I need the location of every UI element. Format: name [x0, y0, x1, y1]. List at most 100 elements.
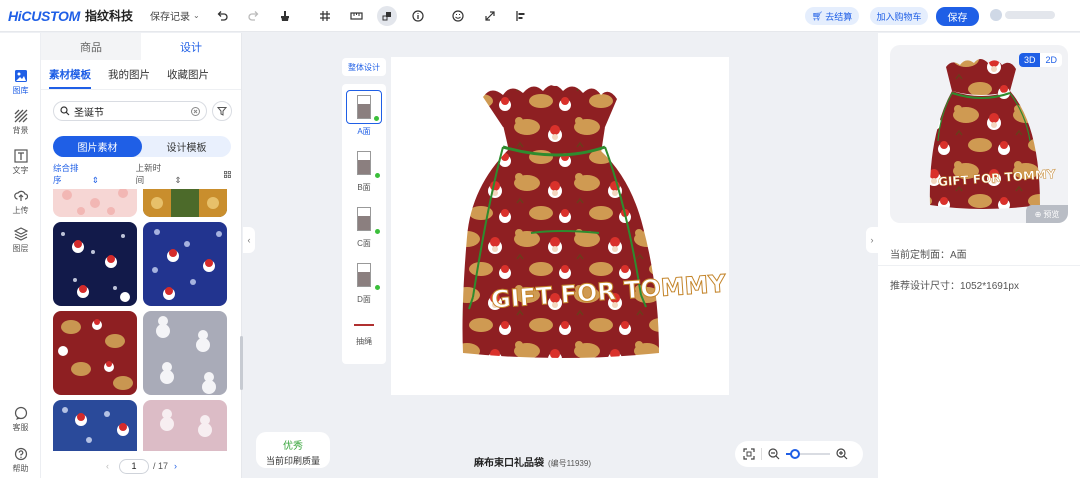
tab-products[interactable]: 商品	[41, 33, 141, 60]
save-record-label: 保存记录	[150, 12, 190, 23]
view-d[interactable]: D面	[342, 258, 386, 305]
collapse-right-panel-button[interactable]: ›	[866, 227, 878, 253]
material-tile[interactable]	[143, 189, 227, 217]
collapse-left-panel-button[interactable]: ‹	[243, 227, 255, 253]
rail-label: 文字	[12, 166, 29, 175]
sort-newest[interactable]: 上新时间 ⇕	[136, 162, 191, 186]
layers-tool-icon[interactable]	[377, 6, 397, 26]
clear-icon[interactable]	[191, 106, 200, 116]
page-total: / 17	[152, 461, 168, 471]
material-tile[interactable]	[53, 222, 137, 306]
grid-view-icon[interactable]	[224, 170, 231, 179]
3d-preview[interactable]: 3D 2D GIFT FOR TOMMY ⊕ 预览	[890, 45, 1068, 223]
chevron-down-icon: ⌄	[193, 11, 200, 20]
checkout-button[interactable]: 🛒︎ 去结算	[805, 7, 859, 25]
expand-icon[interactable]	[480, 6, 500, 26]
view-cord[interactable]: 抽绳	[342, 316, 386, 347]
product-title: 麻布束口礼品袋 (编号11939)	[474, 454, 591, 469]
library-scrollbar[interactable]	[240, 336, 243, 390]
rail-item-help[interactable]: 帮助	[0, 447, 41, 474]
subtab-favorite-images[interactable]: 收藏图片	[167, 60, 209, 89]
grid-icon[interactable]	[315, 6, 335, 26]
rail-item-background[interactable]: 背景	[0, 109, 41, 136]
gallery-icon	[14, 70, 27, 82]
add-to-cart-button[interactable]: 加入购物车	[870, 7, 928, 25]
redo-icon[interactable]	[244, 6, 264, 26]
filter-icon	[217, 107, 227, 116]
view-b[interactable]: B面	[342, 146, 386, 193]
rail-item-upload[interactable]: 上传	[0, 189, 41, 216]
mode-3d-button[interactable]: 3D	[1018, 53, 1041, 67]
prev-page-button[interactable]: ‹	[106, 461, 109, 471]
support-icon	[14, 406, 27, 420]
sort-bar: 综合排序 ⇕ 上新时间 ⇕	[53, 163, 231, 185]
left-rail: 图库 背景 文字 上传 图层 客服 帮助	[0, 33, 41, 478]
material-tile[interactable]	[143, 222, 227, 306]
current-face-info: 当前定制面：A面	[890, 250, 967, 261]
view-label: B面	[357, 183, 371, 192]
brush-icon[interactable]	[275, 6, 295, 26]
user-name-redacted[interactable]	[1005, 11, 1055, 19]
view-label: A面	[357, 127, 371, 136]
smile-icon[interactable]	[448, 6, 468, 26]
rail-item-layers[interactable]: 图层	[0, 227, 41, 254]
rail-label: 上传	[12, 206, 29, 215]
cart-icon: 🛒︎	[811, 10, 824, 21]
view-a[interactable]: A面	[342, 90, 386, 137]
zoom-preview-icon: ⊕	[1034, 209, 1042, 219]
undo-icon[interactable]	[212, 6, 232, 26]
rail-item-support[interactable]: 客服	[0, 406, 41, 433]
save-button[interactable]: 保存	[936, 7, 979, 26]
mode-2d-button[interactable]: 2D	[1040, 53, 1062, 67]
filter-button[interactable]	[212, 101, 232, 121]
bag-mockup[interactable]: GIFT FOR TOMMY	[391, 57, 729, 395]
search-query: 圣诞节	[74, 107, 104, 119]
view-label: 抽绳	[356, 337, 372, 346]
sort-comprehensive[interactable]: 综合排序 ⇕	[53, 162, 108, 186]
zoom-slider-handle[interactable]	[789, 449, 800, 459]
segment-image-materials[interactable]: 图片素材	[53, 136, 142, 157]
subtab-material-templates[interactable]: 素材模板	[49, 60, 91, 89]
design-canvas[interactable]: GIFT FOR TOMMY	[391, 57, 729, 395]
material-tile[interactable]	[143, 311, 227, 395]
page-input[interactable]: 1	[118, 458, 149, 474]
zoom-slider[interactable]	[786, 449, 830, 459]
logo-brand: HiCUSTOM	[8, 7, 81, 24]
preview-button[interactable]: ⊕ 预览	[1026, 205, 1068, 223]
zoom-in-icon[interactable]	[836, 448, 848, 460]
material-tile[interactable]	[143, 400, 227, 451]
save-record-dropdown[interactable]: 保存记录 ⌄	[150, 8, 206, 23]
recommended-size-info: 推荐设计尺寸：1052*1691px	[890, 281, 1019, 292]
material-tile[interactable]	[53, 189, 137, 217]
rail-item-text[interactable]: 文字	[0, 149, 41, 176]
rail-item-gallery[interactable]: 图库	[0, 69, 41, 96]
zoom-controls	[735, 441, 863, 467]
material-type-toggle: 图片素材 设计模板	[53, 136, 231, 157]
fit-screen-icon[interactable]	[743, 448, 755, 460]
ruler-icon[interactable]	[346, 6, 366, 26]
view-c[interactable]: C面	[342, 202, 386, 249]
zoom-out-icon[interactable]	[768, 448, 780, 460]
next-page-button[interactable]: ›	[174, 461, 177, 471]
logo-company-name: 指纹科技	[85, 9, 134, 23]
align-icon[interactable]	[511, 6, 531, 26]
layers-icon	[13, 227, 28, 241]
print-quality-label: 当前印刷质量	[265, 456, 320, 466]
logo: HiCUSTOM 指纹科技	[8, 7, 142, 24]
material-tile[interactable]	[53, 311, 137, 395]
info-icon[interactable]	[408, 6, 428, 26]
subtab-my-images[interactable]: 我的图片	[108, 60, 150, 89]
avatar[interactable]	[990, 9, 1002, 21]
overall-design-button[interactable]: 整体设计	[342, 58, 386, 76]
pagination: ‹ 1 / 17 ›	[41, 456, 242, 476]
rail-label: 图库	[12, 86, 29, 95]
preview-label: 预览	[1043, 209, 1060, 219]
search-input[interactable]: 圣诞节	[53, 101, 207, 121]
print-quality-level: 优秀	[283, 441, 303, 452]
rail-label: 图层	[12, 244, 29, 253]
divider	[878, 265, 1080, 266]
tab-design[interactable]: 设计	[141, 33, 241, 60]
segment-design-templates[interactable]: 设计模板	[142, 136, 231, 157]
material-tile[interactable]	[53, 400, 137, 451]
view-label: C面	[357, 239, 371, 248]
